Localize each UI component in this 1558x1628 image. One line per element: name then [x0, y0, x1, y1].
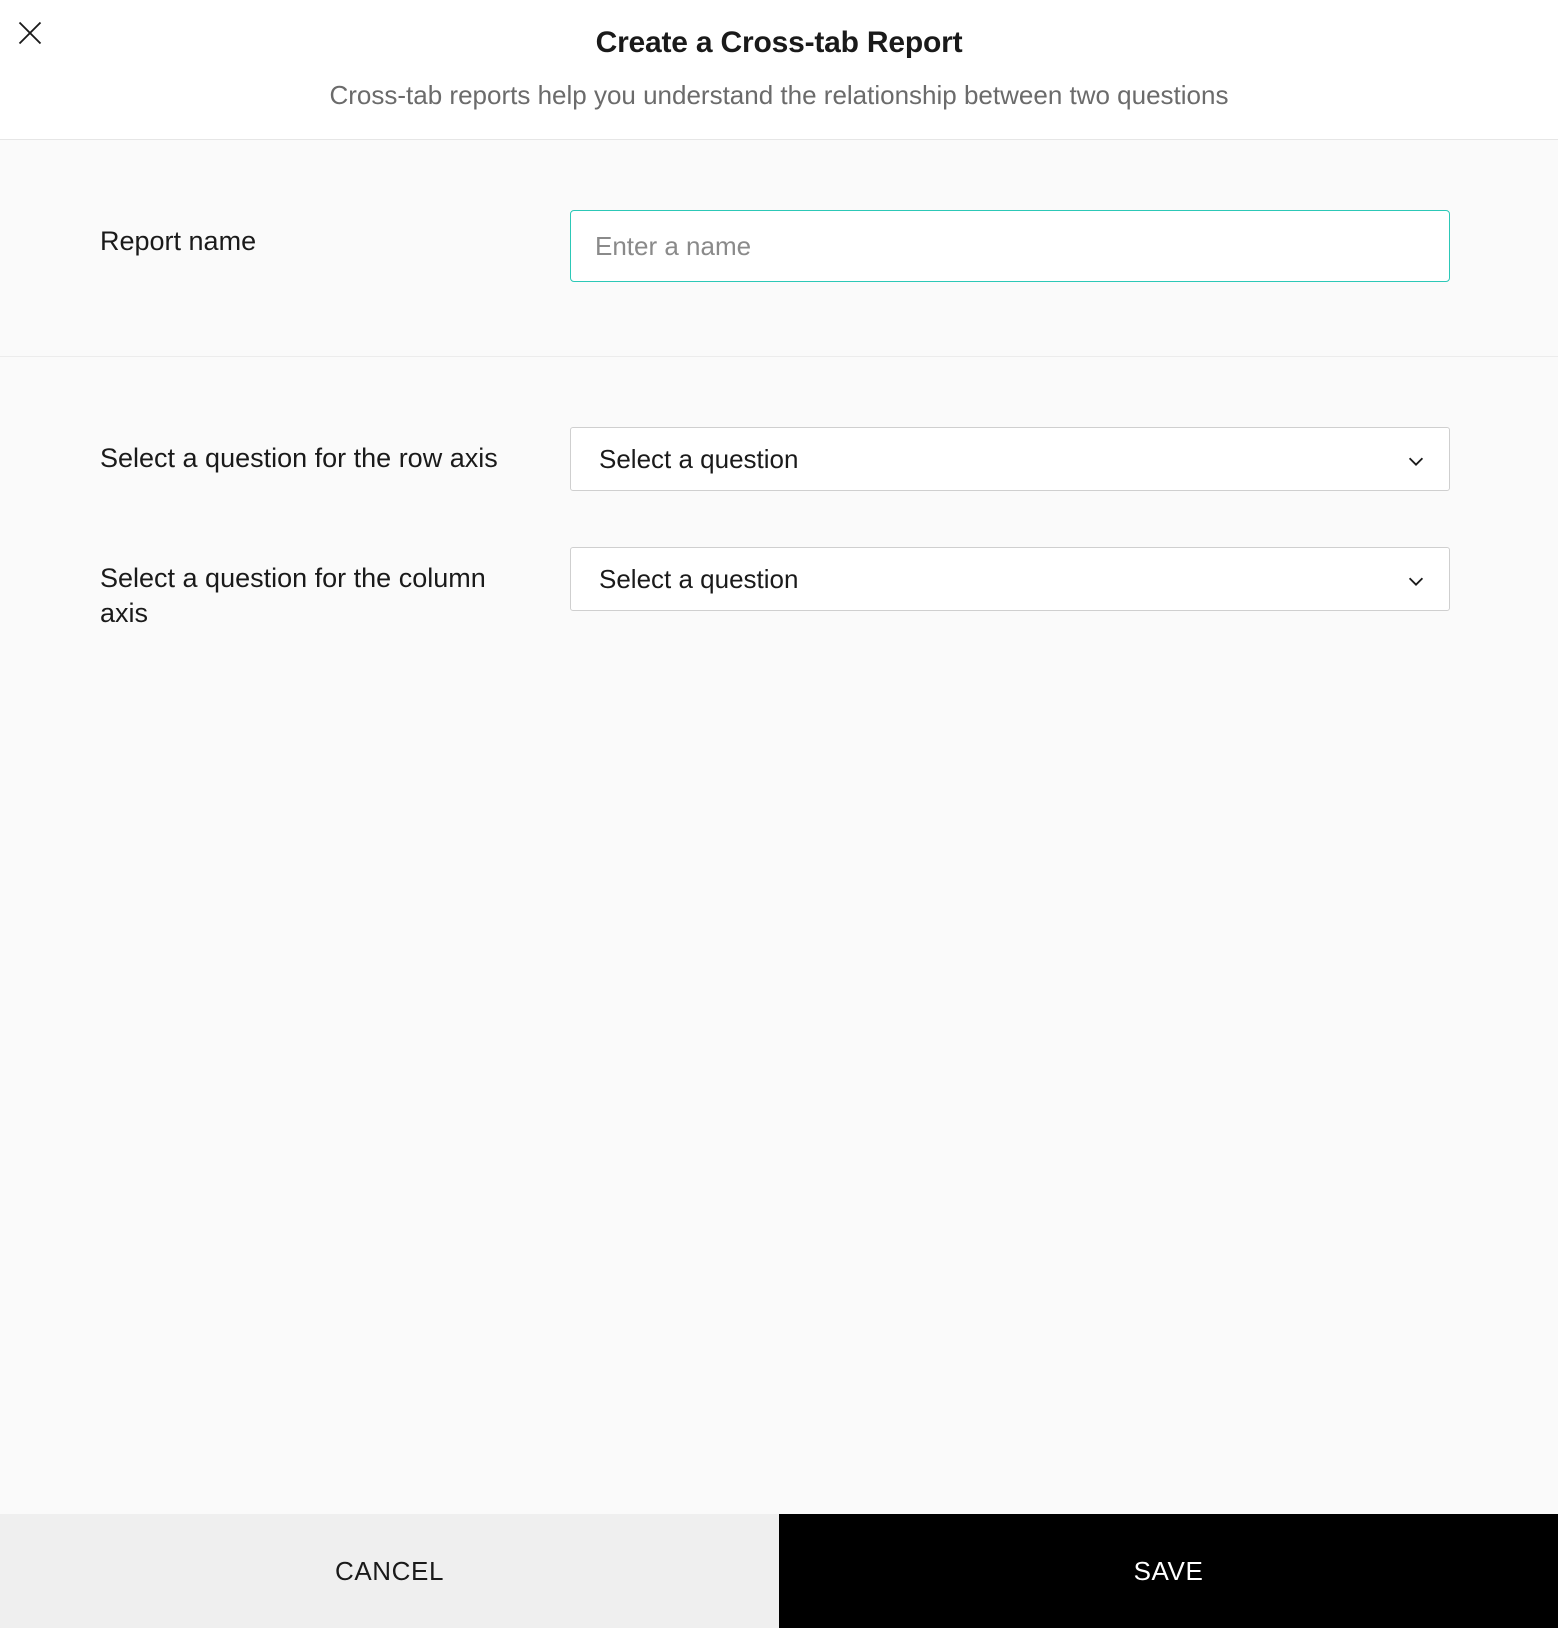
column-axis-select-placeholder: Select a question [599, 564, 798, 595]
modal-header: Create a Cross-tab Report Cross-tab repo… [0, 0, 1558, 140]
row-axis-select-placeholder: Select a question [599, 444, 798, 475]
modal-subtitle: Cross-tab reports help you understand th… [0, 80, 1558, 111]
close-button[interactable] [14, 18, 46, 50]
column-axis-control: Select a question [570, 547, 1450, 611]
report-name-label: Report name [100, 210, 530, 259]
chevron-down-icon [1405, 568, 1427, 590]
row-axis-control: Select a question [570, 427, 1450, 491]
save-button[interactable]: SAVE [779, 1514, 1558, 1628]
field-row-row-axis: Select a question for the row axis Selec… [100, 427, 1458, 491]
field-row-report-name: Report name [100, 210, 1458, 282]
close-icon [16, 19, 44, 50]
column-axis-label: Select a question for the column axis [100, 547, 530, 631]
row-axis-select[interactable]: Select a question [570, 427, 1450, 491]
row-axis-label: Select a question for the row axis [100, 427, 530, 476]
section-report-name: Report name [0, 140, 1558, 357]
report-name-control [570, 210, 1450, 282]
crosstab-report-modal: Create a Cross-tab Report Cross-tab repo… [0, 0, 1558, 1628]
cancel-button[interactable]: CANCEL [0, 1514, 779, 1628]
modal-footer: CANCEL SAVE [0, 1514, 1558, 1628]
modal-body: Report name Select a question for the ro… [0, 140, 1558, 1514]
chevron-down-icon [1405, 448, 1427, 470]
report-name-input[interactable] [570, 210, 1450, 282]
modal-title: Create a Cross-tab Report [0, 26, 1558, 60]
field-row-column-axis: Select a question for the column axis Se… [100, 547, 1458, 631]
section-axis-selection: Select a question for the row axis Selec… [0, 357, 1558, 671]
column-axis-select[interactable]: Select a question [570, 547, 1450, 611]
